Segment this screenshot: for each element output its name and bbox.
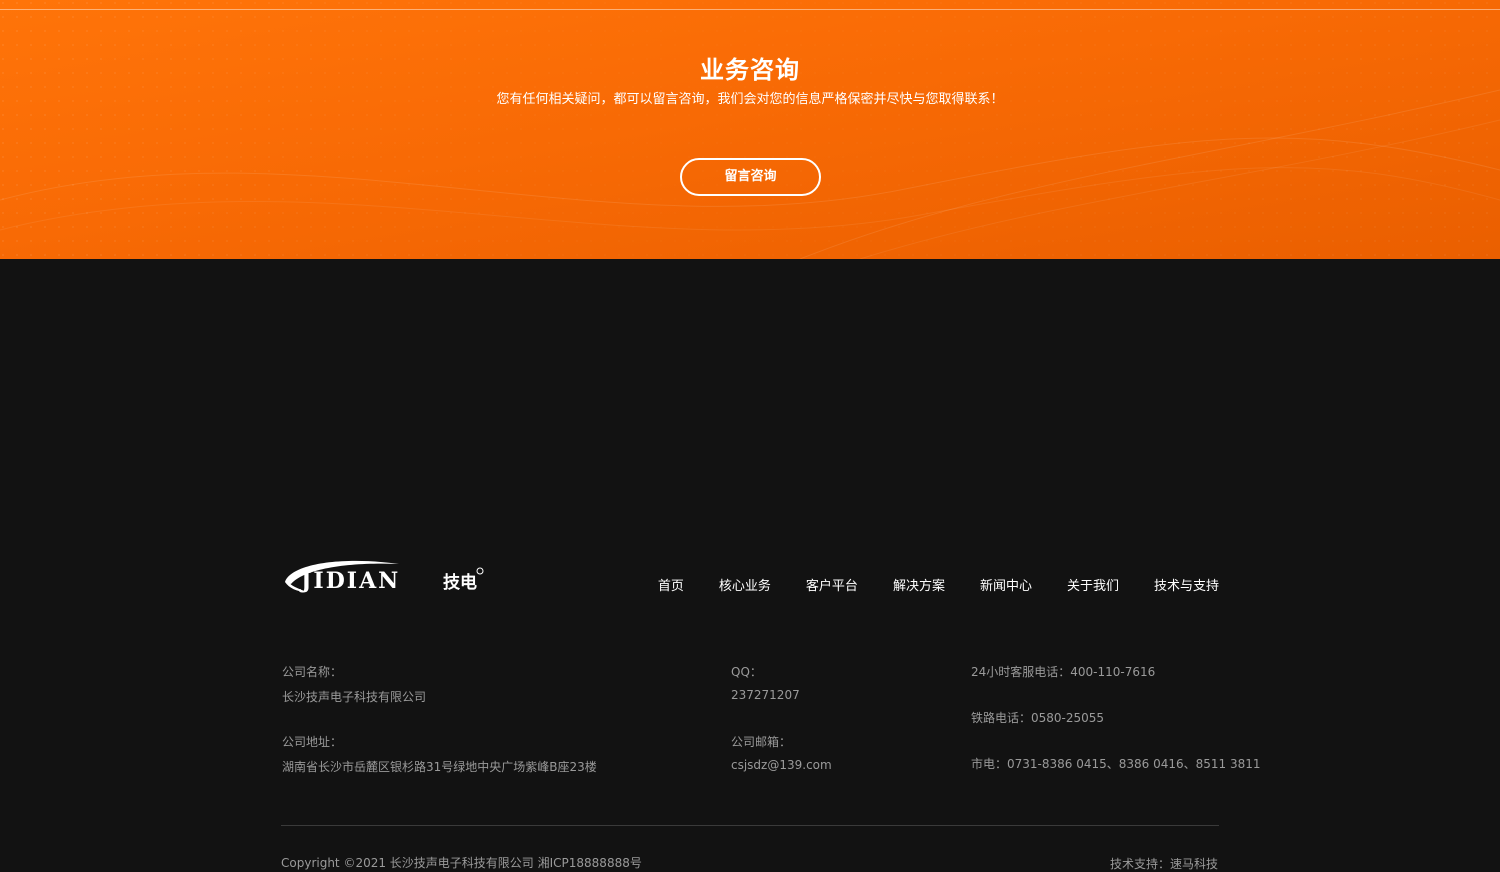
copyright-text: Copyright ©2021 长沙技声电子科技有限公司 湘ICP1888888… <box>281 856 642 870</box>
tech-support: 技术支持：速马科技 <box>1110 855 1218 872</box>
nav-tech-support[interactable]: 技术与支持 <box>1154 575 1219 594</box>
railway-phone: 铁路电话：0580-25055 <box>971 711 1105 725</box>
nav-core-business[interactable]: 核心业务 <box>719 575 771 594</box>
consult-banner: 业务咨询 您有任何相关疑问，都可以留言咨询，我们会对您的信息严格保密并尽快与您取… <box>0 0 1500 259</box>
company-address-label: 公司地址： <box>282 735 343 749</box>
company-address-block: 公司地址： 湖南省长沙市岳麓区银杉路31号绿地中央广场紫峰B座23楼 <box>282 733 597 775</box>
nav-home[interactable]: 首页 <box>658 575 684 594</box>
consult-subtitle: 您有任何相关疑问，都可以留言咨询，我们会对您的信息严格保密并尽快与您取得联系！ <box>496 92 1004 107</box>
qq-label: QQ： <box>731 665 762 679</box>
site-footer: JIDIAN 技电 首页 核心业务 客户平台 解决方案 新闻中心 关于我们 技术… <box>0 259 1500 871</box>
dot-wave-texture <box>0 0 1500 259</box>
company-name-block: 公司名称： 长沙技声电子科技有限公司 <box>282 663 426 705</box>
phone-block: 24小时客服电话：400-110-7616 铁路电话：0580-25055 市电… <box>971 663 1261 772</box>
email-block: 公司邮箱： csjsdz@139.com <box>731 733 832 772</box>
nav-about[interactable]: 关于我们 <box>1067 575 1119 594</box>
nav-news[interactable]: 新闻中心 <box>980 575 1032 594</box>
logo-cn-text: 技电 <box>443 572 477 593</box>
company-name-label: 公司名称： <box>282 665 343 679</box>
logo-text: JIDIAN <box>299 568 400 594</box>
city-phone: 市电：0731-8386 0415、8386 0416、8511 3811 <box>971 757 1261 771</box>
nav-solutions[interactable]: 解决方案 <box>893 575 945 594</box>
email-address[interactable]: csjsdz@139.com <box>731 758 832 772</box>
qq-block: QQ： 237271207 <box>731 663 800 702</box>
nav-client-platform[interactable]: 客户平台 <box>806 575 858 594</box>
qq-number: 237271207 <box>731 688 800 702</box>
support-link[interactable]: 速马科技 <box>1170 857 1218 871</box>
email-label: 公司邮箱： <box>731 735 792 749</box>
hotline: 24小时客服电话：400-110-7616 <box>971 665 1156 679</box>
jidian-logo[interactable]: JIDIAN 技电 <box>281 558 486 594</box>
support-label: 技术支持： <box>1109 857 1170 871</box>
consult-title: 业务咨询 <box>700 56 800 84</box>
company-name: 长沙技声电子科技有限公司 <box>282 690 427 704</box>
footer-nav: 首页 核心业务 客户平台 解决方案 新闻中心 关于我们 技术与支持 <box>623 575 1219 594</box>
footer-divider <box>281 825 1219 826</box>
leave-message-button[interactable]: 留言咨询 <box>680 158 821 196</box>
company-address: 湖南省长沙市岳麓区银杉路31号绿地中央广场紫峰B座23楼 <box>282 760 597 774</box>
